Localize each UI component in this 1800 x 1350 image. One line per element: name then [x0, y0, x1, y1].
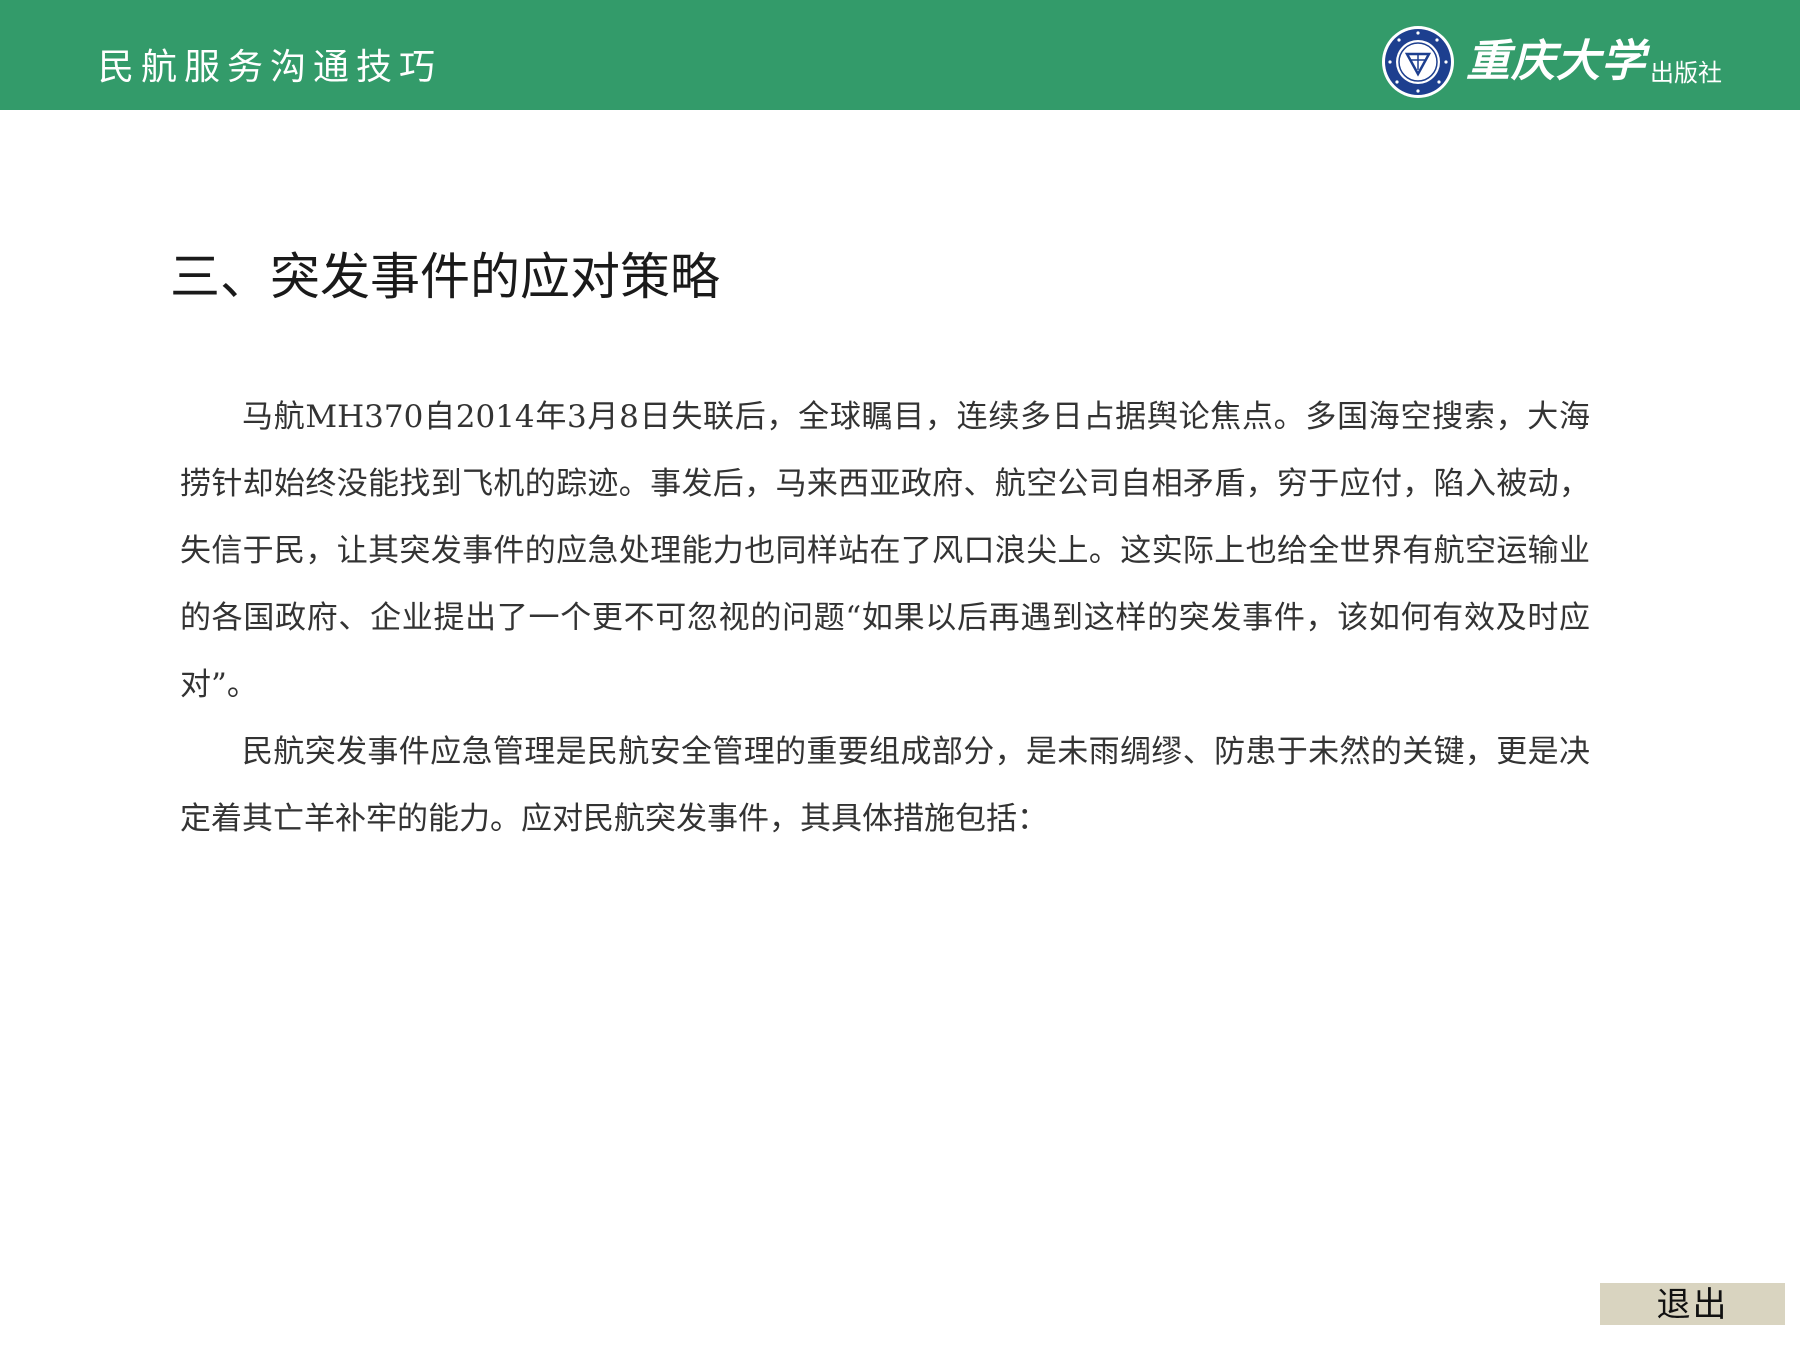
publisher-suffix: 出版社	[1650, 59, 1722, 87]
publisher-logo: 重庆大学 出版社	[1380, 24, 1722, 100]
exit-button[interactable]: 退出	[1600, 1283, 1785, 1325]
paragraph-1: 马航MH370自2014年3月8日失联后，全球瞩目，连续多日占据舆论焦点。多国海…	[180, 399, 1590, 703]
header-bar: 民航服务沟通技巧 重庆大学 出版社	[0, 0, 1800, 110]
body-text: 马航MH370自2014年3月8日失联后，全球瞩目，连续多日占据舆论焦点。多国海…	[180, 384, 1590, 853]
university-seal-icon	[1380, 24, 1456, 100]
course-title: 民航服务沟通技巧	[98, 47, 443, 88]
section-heading: 三、突发事件的应对策略	[170, 248, 720, 306]
publisher-name: 重庆大学	[1466, 36, 1646, 87]
paragraph-2: 民航突发事件应急管理是民航安全管理的重要组成部分，是未雨绸缪、防患于未然的关键，…	[180, 734, 1590, 837]
